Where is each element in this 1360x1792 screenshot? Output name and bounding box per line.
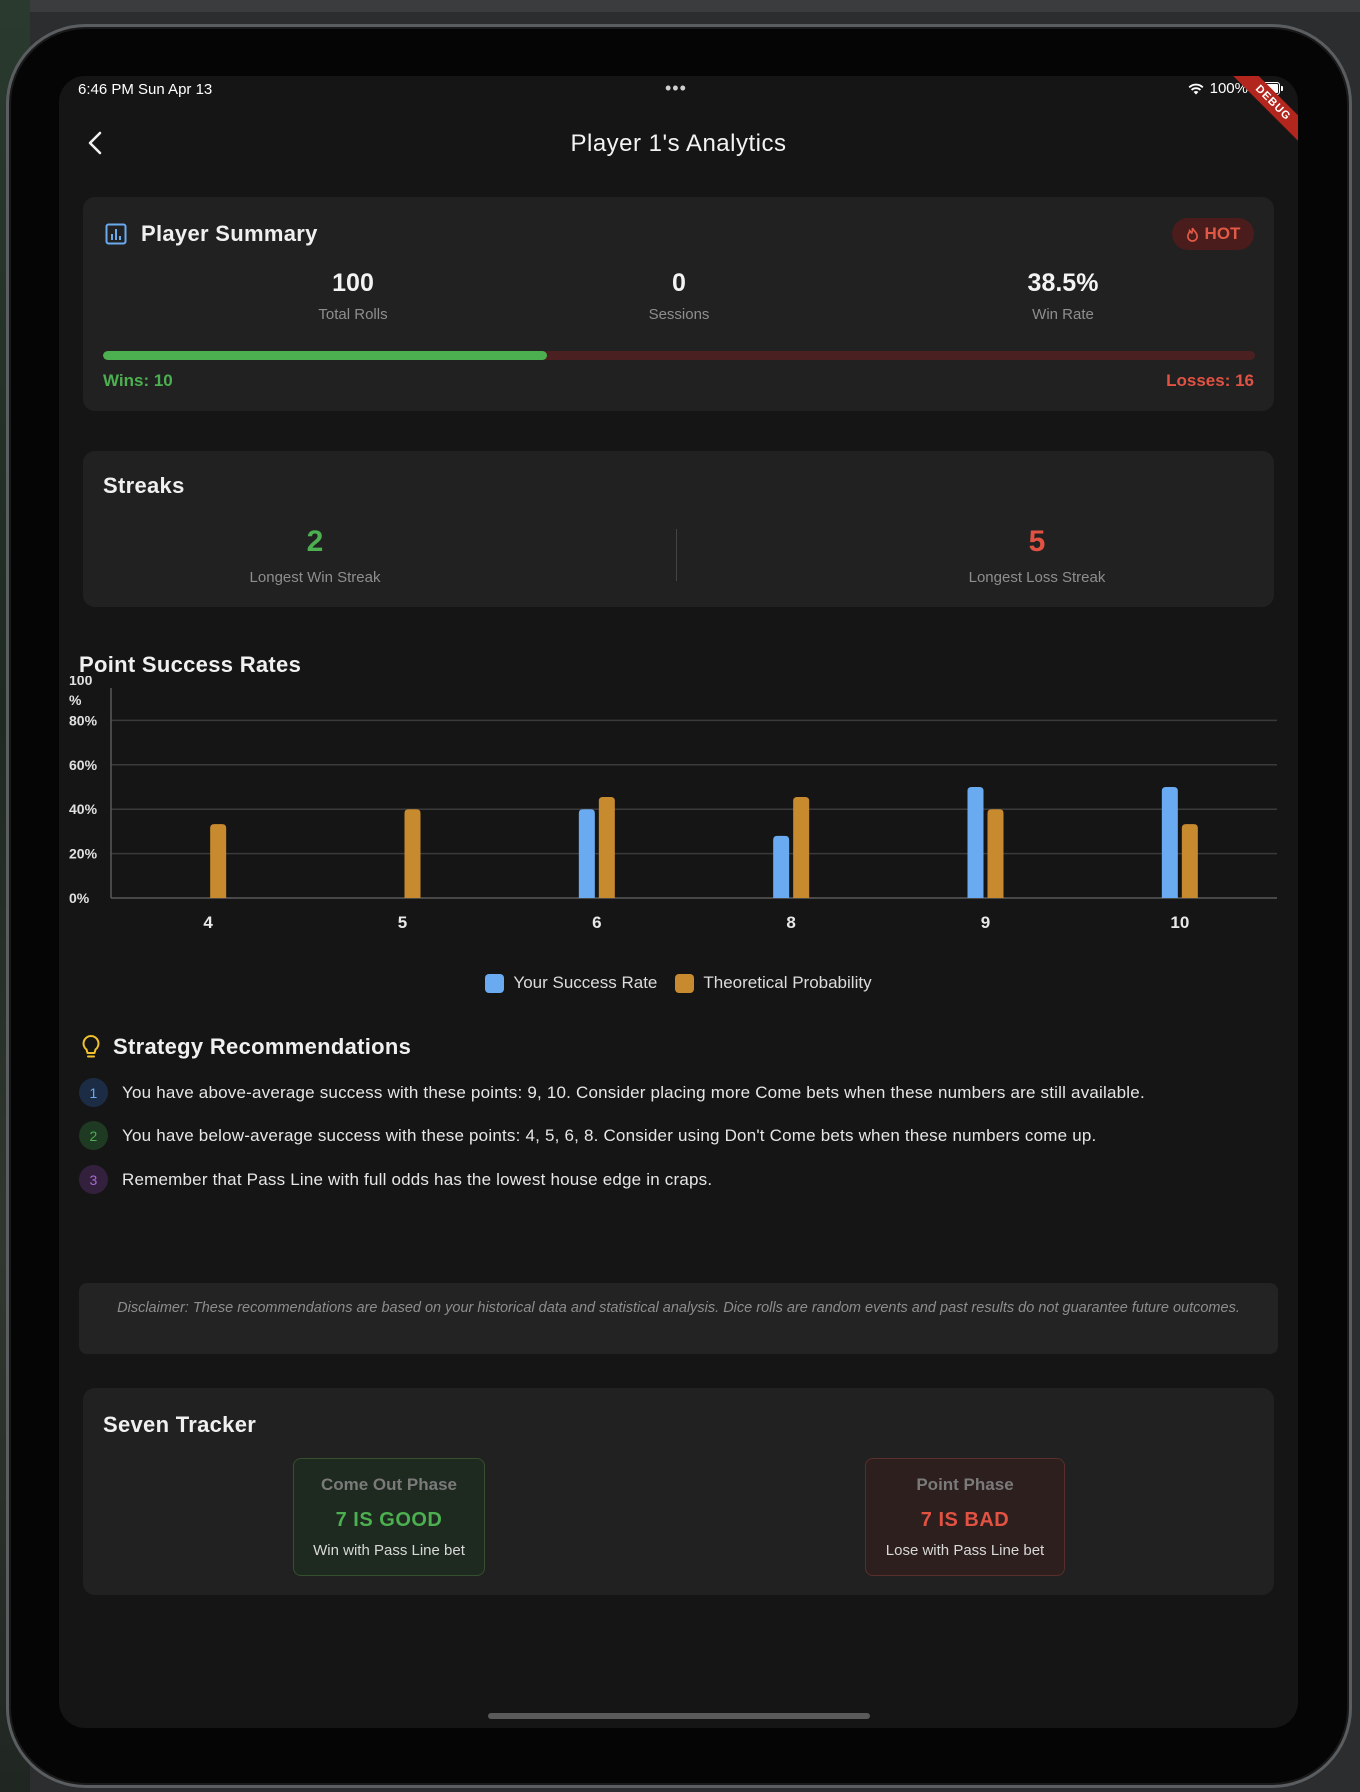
page-title: Player 1's Analytics xyxy=(570,130,787,157)
win-streak: 2 Longest Win Streak xyxy=(165,525,465,586)
come-out-status: 7 IS GOOD xyxy=(335,1509,443,1531)
stat-win-rate: 38.5% Win Rate xyxy=(963,269,1163,323)
x-tick-label: 8 xyxy=(786,913,795,932)
streak-divider xyxy=(676,529,677,581)
wifi-icon xyxy=(1188,83,1204,94)
bar-theoretical xyxy=(210,824,227,898)
chart-legend: Your Success Rate Theoretical Probabilit… xyxy=(59,973,1298,993)
bar-success-rate xyxy=(578,809,595,898)
legend-item-success: Your Success Rate xyxy=(485,973,657,993)
nav-bar: Player 1's Analytics xyxy=(59,116,1298,176)
stat-sessions: 0 Sessions xyxy=(579,269,779,323)
stat-value: 100 xyxy=(332,269,374,297)
rec-text: Remember that Pass Line with full odds h… xyxy=(122,1169,713,1189)
wins-count: Wins: 10 xyxy=(103,371,173,390)
legend-swatch-orange xyxy=(675,973,695,993)
bar-theoretical xyxy=(793,796,810,898)
app-screen: 6:46 PM Sun Apr 13 ••• 100% DEBUG Player… xyxy=(59,76,1298,1728)
recommendation-item: 1 You have above-average success with th… xyxy=(79,1078,1269,1107)
rec-number-badge: 3 xyxy=(79,1165,108,1194)
seven-tracker-card: Seven Tracker Come Out Phase 7 IS GOOD W… xyxy=(83,1388,1274,1595)
x-tick-label: 5 xyxy=(398,913,407,932)
y-tick-label: 20% xyxy=(69,846,98,862)
y-tick-label: 60% xyxy=(69,757,98,773)
streaks-card: Streaks 2 Longest Win Streak 5 Longest L… xyxy=(83,451,1274,607)
win-loss-progress-bar xyxy=(103,351,1255,360)
bar-success-rate xyxy=(773,835,790,898)
point-phase-box: Point Phase 7 IS BAD Lose with Pass Line… xyxy=(865,1458,1065,1576)
stat-value: 38.5% xyxy=(1027,269,1099,297)
win-progress-fill xyxy=(103,351,547,360)
y-tick-label: 40% xyxy=(69,801,98,817)
point-desc: Lose with Pass Line bet xyxy=(885,1542,1045,1559)
legend-label: Theoretical Probability xyxy=(703,973,872,992)
rec-number-badge: 1 xyxy=(79,1078,108,1107)
rec-text: You have below-average success with thes… xyxy=(122,1125,1097,1145)
status-bar: 6:46 PM Sun Apr 13 ••• 100% xyxy=(59,76,1298,106)
point-phase-label: Point Phase xyxy=(916,1475,1014,1494)
y-tick-label: 0% xyxy=(69,890,90,906)
status-time: 6:46 PM Sun Apr 13 xyxy=(78,81,213,98)
bar-theoretical xyxy=(987,809,1004,898)
hot-badge: HOT xyxy=(1172,218,1254,250)
streaks-title: Streaks xyxy=(103,473,185,498)
multitask-dots-icon[interactable]: ••• xyxy=(665,78,687,99)
bar-success-rate xyxy=(967,787,984,898)
stat-total-rolls: 100 Total Rolls xyxy=(253,269,453,323)
stat-label: Total Rolls xyxy=(318,306,388,323)
bar-theoretical xyxy=(598,796,615,898)
chart-title: Point Success Rates xyxy=(79,652,302,677)
bar-success-rate xyxy=(1161,787,1178,898)
bar-theoretical xyxy=(404,809,421,898)
tracker-title: Seven Tracker xyxy=(103,1412,257,1437)
analytics-icon xyxy=(105,223,127,245)
legend-item-theoretical: Theoretical Probability xyxy=(675,973,872,993)
recommendation-item: 2 You have below-average success with th… xyxy=(79,1121,1269,1150)
win-streak-label: Longest Win Streak xyxy=(249,569,381,586)
legend-label: Your Success Rate xyxy=(513,973,658,992)
come-out-desc: Win with Pass Line bet xyxy=(313,1542,465,1559)
x-tick-label: 9 xyxy=(981,913,990,932)
background-strip xyxy=(0,0,1360,12)
x-tick-label: 10 xyxy=(1170,913,1189,932)
losses-count: Losses: 16 xyxy=(1166,371,1254,390)
rec-text: You have above-average success with thes… xyxy=(122,1082,1145,1102)
strategy-title: Strategy Recommendations xyxy=(113,1034,412,1059)
player-summary-card: Player Summary HOT 100 Total Rolls 0 Ses… xyxy=(83,197,1274,411)
stat-label: Sessions xyxy=(648,306,710,323)
x-tick-label: 4 xyxy=(203,913,213,932)
summary-title: Player Summary xyxy=(141,221,318,246)
y-tick-label: 80% xyxy=(69,712,98,728)
home-indicator[interactable] xyxy=(488,1713,870,1719)
loss-streak: 5 Longest Loss Streak xyxy=(887,525,1187,586)
come-out-phase-label: Come Out Phase xyxy=(320,1475,458,1494)
recommendation-item: 3 Remember that Pass Line with full odds… xyxy=(79,1165,1269,1194)
loss-streak-value: 5 xyxy=(1028,525,1046,558)
strategy-header: Strategy Recommendations xyxy=(81,1034,411,1060)
point-status: 7 IS BAD xyxy=(920,1509,1010,1531)
flame-icon xyxy=(1186,227,1198,242)
rec-number-badge: 2 xyxy=(79,1121,108,1150)
come-out-phase-box: Come Out Phase 7 IS GOOD Win with Pass L… xyxy=(293,1458,485,1576)
bar-theoretical xyxy=(1181,824,1198,898)
loss-streak-label: Longest Loss Streak xyxy=(968,569,1106,586)
disclaimer: Disclaimer: These recommendations are ba… xyxy=(79,1283,1278,1354)
stat-value: 0 xyxy=(672,269,686,297)
y-tick-label: 100% xyxy=(69,676,93,708)
hot-label: HOT xyxy=(1204,224,1241,243)
stat-label: Win Rate xyxy=(1032,306,1094,323)
win-streak-value: 2 xyxy=(306,525,324,558)
legend-swatch-blue xyxy=(485,973,505,993)
x-tick-label: 6 xyxy=(592,913,601,932)
point-success-chart: 0% 20% 40% 60% 80% 100 % 4 5 6 8 9 10 xyxy=(69,676,1277,932)
lightbulb-icon xyxy=(82,1035,100,1058)
